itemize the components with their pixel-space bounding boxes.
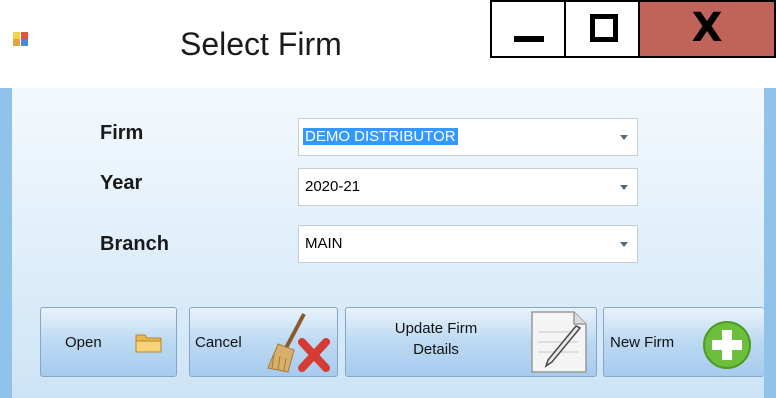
year-label: Year	[100, 172, 143, 194]
maximize-icon	[590, 14, 618, 42]
folder-icon	[135, 334, 162, 353]
branch-label: Branch	[100, 233, 169, 255]
form-panel: Firm DEMO DISTRIBUTOR Year 2020-21 Branc…	[12, 88, 764, 398]
new-firm-button-label: New Firm	[610, 334, 675, 351]
maximize-button[interactable]	[566, 0, 640, 58]
chevron-down-icon	[620, 242, 628, 247]
year-value: 2020-21	[305, 178, 361, 195]
branch-dropdown[interactable]: MAIN	[298, 225, 638, 263]
branch-value: MAIN	[305, 235, 343, 252]
plus-circle-icon	[703, 321, 751, 369]
select-firm-window: Select Firm X Firm DEMO DISTRIBUTOR Year…	[0, 0, 776, 398]
close-button[interactable]: X	[640, 0, 776, 58]
minimize-icon	[514, 36, 544, 42]
close-icon: X	[691, 5, 723, 51]
open-button-label: Open	[65, 334, 102, 351]
title-bar[interactable]: Select Firm X	[0, 0, 776, 88]
update-button-label-line1: Update Firm	[394, 320, 478, 337]
year-dropdown[interactable]: 2020-21	[298, 168, 638, 206]
cancel-button-label: Cancel	[195, 334, 242, 351]
chevron-down-icon	[620, 135, 628, 140]
update-button-label-line2: Details	[413, 341, 459, 358]
firm-label: Firm	[100, 122, 144, 144]
firm-value: DEMO DISTRIBUTOR	[303, 128, 458, 145]
broom-x-icon	[267, 313, 330, 373]
new-firm-button[interactable]: New Firm	[603, 307, 764, 377]
chevron-down-icon	[620, 185, 628, 190]
update-firm-details-button[interactable]: Update Firm Details	[345, 307, 597, 377]
open-button[interactable]: Open	[40, 307, 177, 377]
firm-dropdown[interactable]: DEMO DISTRIBUTOR	[298, 118, 638, 156]
cancel-button[interactable]: Cancel	[189, 307, 338, 377]
notepad-pencil-icon	[531, 311, 587, 373]
minimize-button[interactable]	[490, 0, 566, 58]
window-title: Select Firm	[180, 26, 342, 62]
app-icon	[13, 32, 28, 46]
